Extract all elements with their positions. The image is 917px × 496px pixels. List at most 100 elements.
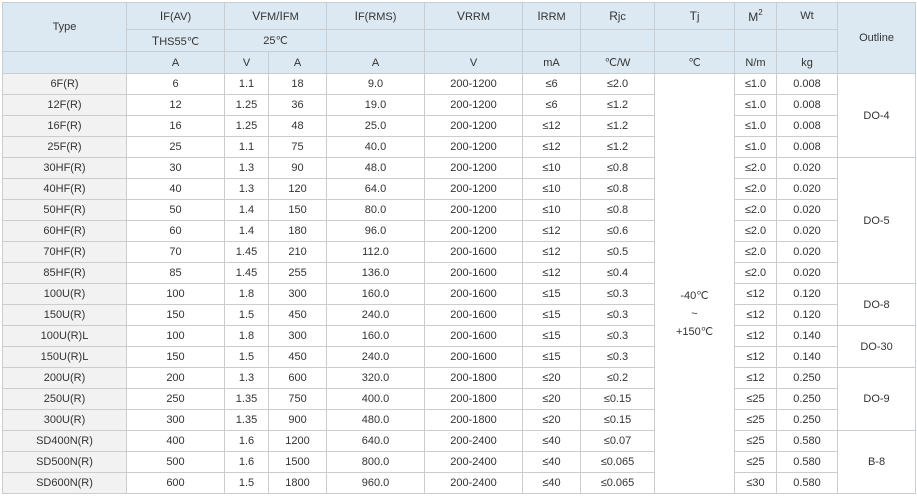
cell-type: 6F(R): [2, 73, 127, 95]
cell-type: 85HF(R): [2, 262, 127, 284]
cell-if-av: 100: [126, 283, 225, 305]
cell-vrrm: 200-1600: [424, 325, 524, 347]
cell-rjc: ≤0.8: [580, 199, 656, 221]
cell-if-av: 25: [126, 136, 225, 158]
cell-outline: DO-9: [837, 367, 917, 431]
cell-type: 150U(R): [2, 304, 127, 326]
cell-if-rms: 25.0: [326, 115, 426, 137]
cell-vrrm: 200-1600: [424, 283, 524, 305]
cell-vfm: 1.3: [224, 367, 269, 389]
cell-wt: 0.120: [776, 283, 839, 305]
cell-rjc: ≤1.2: [580, 115, 656, 137]
cell-m2: ≤2.0: [734, 220, 778, 242]
cell-irrm: ≤12: [522, 262, 582, 284]
unit-if-av: A: [126, 51, 225, 74]
cell-vrrm: 200-1200: [424, 178, 524, 200]
cell-type: 60HF(R): [2, 220, 127, 242]
cell-wt: 0.008: [776, 94, 839, 116]
cell-if-rms: 160.0: [326, 283, 426, 305]
cell-wt: 0.250: [776, 409, 839, 431]
cell-m2: ≤12: [734, 346, 778, 368]
cell-rjc: ≤0.8: [580, 157, 656, 179]
cell-m2: ≤25: [734, 388, 778, 410]
cell-if-av: 150: [126, 304, 225, 326]
cell-vrrm: 200-1800: [424, 388, 524, 410]
cell-type: 50HF(R): [2, 199, 127, 221]
cell-m2: ≤25: [734, 430, 778, 452]
cell-vfm: 1.4: [224, 199, 269, 221]
table-row: 25F(R) 25 1.1 75 40.0 200-1200 ≤12 ≤1.2 ≤1.0 0.00…: [2, 136, 916, 158]
cell-if-av: 60: [126, 220, 225, 242]
cell-type: SD500N(R): [2, 451, 127, 473]
table-row: 100U(R) 100 1.8 300 160.0 200-1600 ≤15 ≤0.3 ≤12 0…: [2, 283, 917, 326]
cell-wt: 0.020: [776, 199, 839, 221]
cell-if-rms: 240.0: [326, 304, 426, 326]
cell-if-rms: 640.0: [326, 430, 426, 452]
cell-rjc: ≤0.15: [580, 409, 656, 431]
table-header: Type IF(AV) VFM/IFM IF(RMS) VRRM IRRM Rj…: [2, 2, 917, 74]
cell-outline: DO-4: [837, 73, 917, 158]
cell-ifm: 255: [267, 262, 328, 284]
cell-if-av: 150: [126, 346, 225, 368]
col-wt-header: Wt: [776, 2, 839, 30]
cell-if-rms: 320.0: [326, 367, 426, 389]
cell-outline: DO-8: [837, 283, 917, 326]
cell-irrm: ≤12: [522, 136, 582, 158]
cell-if-rms: 40.0: [326, 136, 426, 158]
cell-rjc: ≤0.8: [580, 178, 656, 200]
cell-rjc: ≤0.065: [580, 472, 656, 494]
cell-wt: 0.580: [776, 472, 839, 494]
cell-ifm: 18: [267, 73, 328, 95]
cell-ifm: 150: [267, 199, 328, 221]
cell-ifm: 90: [267, 157, 328, 179]
cell-if-rms: 136.0: [326, 262, 426, 284]
cell-ifm: 600: [267, 367, 328, 389]
cell-ifm: 210: [267, 241, 328, 263]
cell-irrm: ≤20: [522, 367, 582, 389]
cell-type: 25F(R): [2, 136, 127, 158]
cell-type: 150U(R)L: [2, 346, 127, 368]
cell-irrm: ≤15: [522, 283, 582, 305]
cell-vrrm: 200-1200: [424, 115, 524, 137]
cell-type: 12F(R): [2, 94, 127, 116]
cell-irrm: ≤40: [522, 430, 582, 452]
cell-if-rms: 112.0: [326, 241, 426, 263]
cell-outline: B-8: [837, 430, 917, 494]
cell-vfm: 1.45: [224, 241, 269, 263]
cell-vfm: 1.3: [224, 157, 269, 179]
col-if-rms-header: IF(RMS): [326, 2, 426, 30]
table-row: 70HF(R) 70 1.45 210 112.0 200-1600 ≤12 ≤0.5 ≤2.0…: [2, 241, 916, 263]
condition-ths: THS55℃: [126, 29, 225, 52]
cell-if-rms: 400.0: [326, 388, 426, 410]
cell-type: 200U(R): [2, 367, 127, 389]
cell-if-rms: 19.0: [326, 94, 426, 116]
cell-irrm: ≤10: [522, 199, 582, 221]
cell-irrm: ≤20: [522, 409, 582, 431]
cell-tj-range: -40℃ ~ +150℃: [654, 73, 736, 494]
col-vfm-ifm-header: VFM/IFM: [223, 2, 328, 30]
cell-vfm: 1.5: [224, 472, 269, 494]
table-row: 16F(R) 16 1.25 48 25.0 200-1200 ≤12 ≤1.2 ≤1.0 0.0…: [2, 115, 916, 137]
cell-vrrm: 200-2400: [424, 451, 524, 473]
cell-vrrm: 200-1200: [424, 220, 524, 242]
tj-range-tilde: ~: [691, 307, 698, 320]
cell-type: 300U(R): [2, 409, 127, 431]
condition-empty: [326, 29, 426, 52]
table-row: 60HF(R) 60 1.4 180 96.0 200-1200 ≤12 ≤0.6 ≤2.0 0.…: [2, 220, 916, 242]
table-row: SD400N(R) 400 1.6 1200 640.0 200-2400 ≤40 ≤0.07…: [2, 430, 917, 494]
cell-type: 16F(R): [2, 115, 127, 137]
col-vrrm-header: VRRM: [424, 2, 524, 30]
cell-if-av: 500: [126, 451, 225, 473]
cell-irrm: ≤40: [522, 451, 582, 473]
cell-rjc: ≤0.3: [580, 283, 656, 305]
unit-irrm: mA: [522, 51, 582, 74]
cell-vfm: 1.1: [224, 136, 269, 158]
cell-vrrm: 200-1600: [424, 262, 524, 284]
cell-m2: ≤1.0: [734, 94, 778, 116]
tj-range-high: +150℃: [675, 325, 714, 338]
condition-empty: [776, 29, 839, 52]
unit-vrrm: V: [424, 51, 524, 74]
cell-wt: 0.020: [776, 220, 839, 242]
cell-m2: ≤12: [734, 367, 778, 389]
cell-if-av: 40: [126, 178, 225, 200]
